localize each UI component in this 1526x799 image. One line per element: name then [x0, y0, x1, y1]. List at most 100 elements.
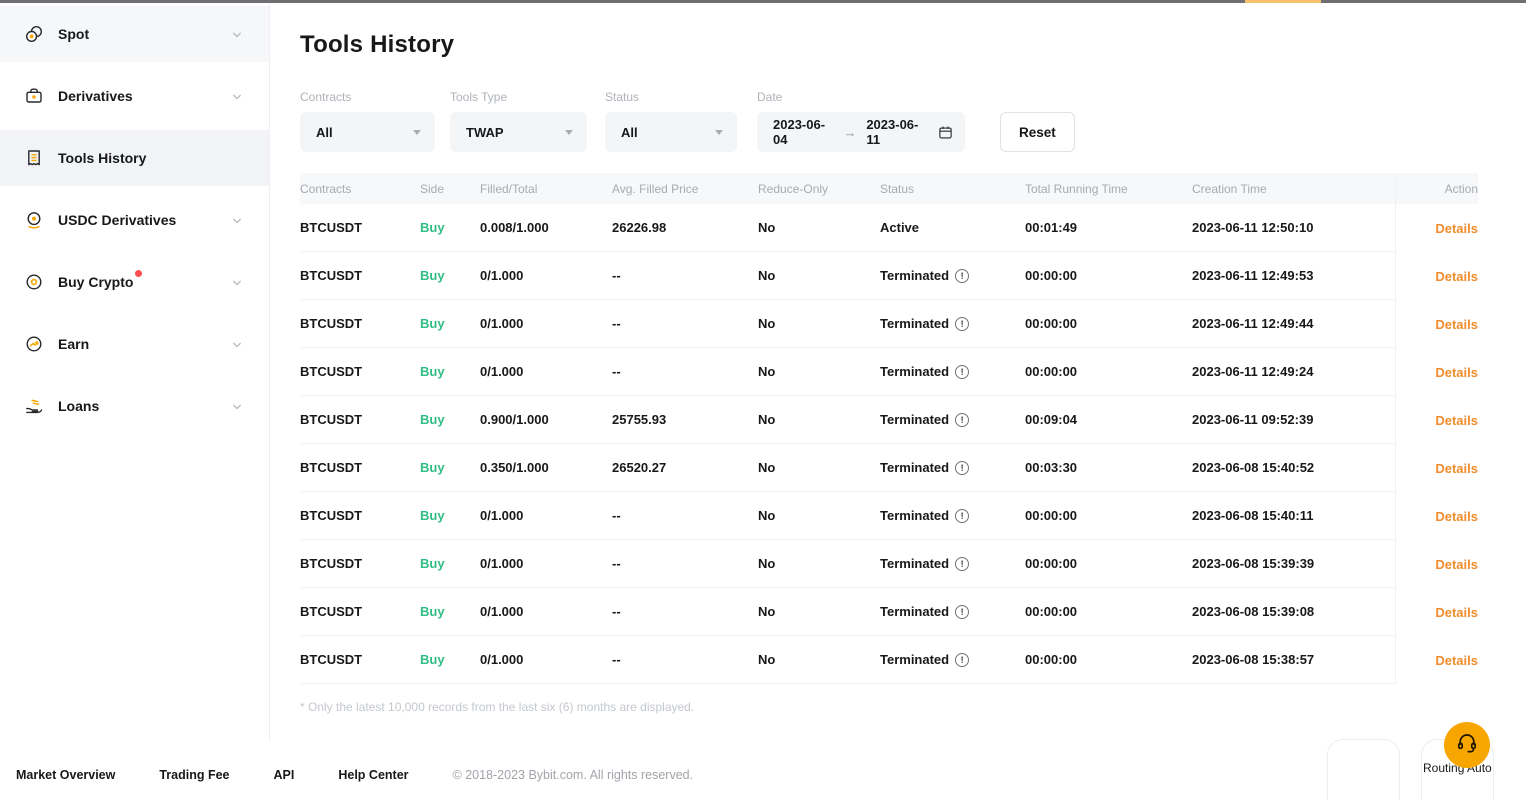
table-row: BTCUSDT Buy 0/1.000 -- No Terminated ! 0…	[300, 348, 1478, 396]
pagination-button-prev[interactable]	[1327, 739, 1400, 799]
details-link[interactable]: Details	[1395, 636, 1478, 684]
cell-filled-total: 0/1.000	[480, 348, 612, 396]
caret-down-icon	[565, 130, 573, 135]
footer-link-trading-fee[interactable]: Trading Fee	[159, 768, 229, 782]
cell-status: Terminated !	[880, 588, 1025, 636]
earn-icon	[24, 334, 44, 354]
cell-total-running-time: 00:00:00	[1025, 252, 1192, 300]
info-icon[interactable]: !	[955, 461, 969, 475]
tools-type-select[interactable]: TWAP	[450, 112, 587, 152]
cell-avg-filled-price: 25755.93	[612, 396, 758, 444]
cell-total-running-time: 00:01:49	[1025, 204, 1192, 252]
table-row: BTCUSDT Buy 0.900/1.000 25755.93 No Term…	[300, 396, 1478, 444]
cell-creation-time: 2023-06-11 09:52:39	[1192, 396, 1395, 444]
notification-dot	[135, 270, 142, 277]
footer-link-api[interactable]: API	[274, 768, 295, 782]
status-select[interactable]: All	[605, 112, 737, 152]
chevron-down-icon	[231, 401, 243, 413]
cell-filled-total: 0.008/1.000	[480, 204, 612, 252]
derivatives-icon	[24, 86, 44, 106]
cell-status: Terminated !	[880, 348, 1025, 396]
loans-icon	[24, 396, 44, 416]
cell-creation-time: 2023-06-08 15:40:11	[1192, 492, 1395, 540]
cell-status: Terminated !	[880, 540, 1025, 588]
cell-reduce-only: No	[758, 492, 880, 540]
table-header-row: ContractsSideFilled/TotalAvg. Filled Pri…	[300, 173, 1478, 204]
info-icon[interactable]: !	[955, 413, 969, 427]
info-icon[interactable]: !	[955, 509, 969, 523]
cell-contracts: BTCUSDT	[300, 396, 420, 444]
cell-creation-time: 2023-06-11 12:49:53	[1192, 252, 1395, 300]
cell-reduce-only: No	[758, 252, 880, 300]
status-select-value: All	[621, 125, 638, 140]
column-header-creation-time: Creation Time	[1192, 182, 1395, 196]
sidebar-item-tools-history[interactable]: Tools History	[0, 130, 269, 186]
info-icon[interactable]: !	[955, 653, 969, 667]
sidebar-item-loans[interactable]: Loans	[0, 378, 269, 434]
cell-contracts: BTCUSDT	[300, 636, 420, 684]
sidebar-item-spot[interactable]: Spot	[0, 6, 269, 62]
cell-contracts: BTCUSDT	[300, 492, 420, 540]
date-from-value: 2023-06-04	[773, 117, 833, 147]
cell-filled-total: 0/1.000	[480, 300, 612, 348]
cell-filled-total: 0.900/1.000	[480, 396, 612, 444]
details-link[interactable]: Details	[1395, 540, 1478, 588]
cell-side: Buy	[420, 204, 480, 252]
sidebar-item-buy-crypto[interactable]: Buy Crypto	[0, 254, 269, 310]
info-icon[interactable]: !	[955, 269, 969, 283]
copyright-text: © 2018-2023 Bybit.com. All rights reserv…	[453, 768, 694, 782]
details-link[interactable]: Details	[1395, 444, 1478, 492]
spot-icon	[24, 24, 44, 44]
column-header-action: Action	[1395, 173, 1478, 204]
sidebar-item-usdc-derivatives[interactable]: USDC Derivatives	[0, 192, 269, 248]
cell-avg-filled-price: --	[612, 492, 758, 540]
cell-creation-time: 2023-06-08 15:39:39	[1192, 540, 1395, 588]
cell-avg-filled-price: 26520.27	[612, 444, 758, 492]
records-note: * Only the latest 10,000 records from th…	[300, 700, 694, 714]
cell-total-running-time: 00:03:30	[1025, 444, 1192, 492]
sidebar-item-earn[interactable]: Earn	[0, 316, 269, 372]
info-icon[interactable]: !	[955, 317, 969, 331]
tools-type-select-value: TWAP	[466, 125, 504, 140]
footer-link-market-overview[interactable]: Market Overview	[16, 768, 115, 782]
reset-button[interactable]: Reset	[1000, 112, 1075, 152]
contracts-select[interactable]: All	[300, 112, 435, 152]
table-row: BTCUSDT Buy 0/1.000 -- No Terminated ! 0…	[300, 588, 1478, 636]
table-row: BTCUSDT Buy 0/1.000 -- No Terminated ! 0…	[300, 636, 1478, 684]
info-icon[interactable]: !	[955, 557, 969, 571]
cell-contracts: BTCUSDT	[300, 300, 420, 348]
page-title: Tools History	[300, 31, 454, 59]
details-link[interactable]: Details	[1395, 348, 1478, 396]
cell-status: Terminated !	[880, 636, 1025, 684]
footer-link-help-center[interactable]: Help Center	[338, 768, 408, 782]
cell-filled-total: 0/1.000	[480, 636, 612, 684]
details-link[interactable]: Details	[1395, 252, 1478, 300]
cell-avg-filled-price: --	[612, 300, 758, 348]
date-range-picker[interactable]: 2023-06-04 → 2023-06-11	[757, 112, 965, 152]
support-chat-button[interactable]	[1444, 722, 1490, 768]
chevron-down-icon	[231, 215, 243, 227]
details-link[interactable]: Details	[1395, 204, 1478, 252]
cell-contracts: BTCUSDT	[300, 348, 420, 396]
info-icon[interactable]: !	[955, 605, 969, 619]
details-link[interactable]: Details	[1395, 300, 1478, 348]
column-header-avg-filled-price: Avg. Filled Price	[612, 182, 758, 196]
cell-side: Buy	[420, 300, 480, 348]
cell-total-running-time: 00:00:00	[1025, 588, 1192, 636]
table-row: BTCUSDT Buy 0/1.000 -- No Terminated ! 0…	[300, 492, 1478, 540]
details-link[interactable]: Details	[1395, 492, 1478, 540]
sidebar-item-label: Earn	[58, 336, 89, 352]
cell-creation-time: 2023-06-11 12:49:24	[1192, 348, 1395, 396]
table-row: BTCUSDT Buy 0/1.000 -- No Terminated ! 0…	[300, 540, 1478, 588]
cell-contracts: BTCUSDT	[300, 204, 420, 252]
cell-filled-total: 0/1.000	[480, 492, 612, 540]
cell-status: Terminated !	[880, 300, 1025, 348]
cell-creation-time: 2023-06-11 12:49:44	[1192, 300, 1395, 348]
details-link[interactable]: Details	[1395, 396, 1478, 444]
info-icon[interactable]: !	[955, 365, 969, 379]
details-link[interactable]: Details	[1395, 588, 1478, 636]
usdc-derivatives-icon	[24, 210, 44, 230]
cell-avg-filled-price: --	[612, 348, 758, 396]
chevron-down-icon	[231, 29, 243, 41]
sidebar-item-derivatives[interactable]: Derivatives	[0, 68, 269, 124]
